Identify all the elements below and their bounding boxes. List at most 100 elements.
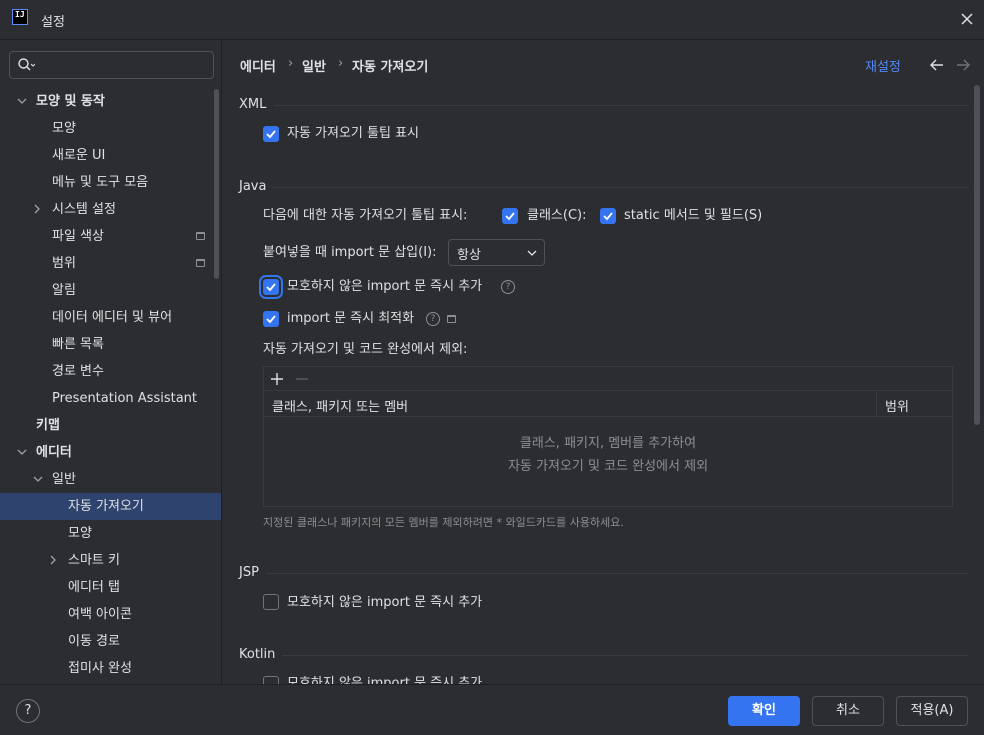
table-empty-text-line2: 자동 가져오기 및 코드 완성에서 제외 [507,459,709,474]
tree-item-label: 이동 경로 [68,634,120,649]
tree-item-label: 시스템 설정 [52,202,116,217]
tree-item-new-ui[interactable]: 새로운 UI [0,142,221,169]
java-optimize-label: import 문 즉시 최적화 [287,311,415,326]
tree-item-editor-tabs[interactable]: 에디터 탭 [0,574,221,601]
tree-item-data-editor[interactable]: 데이터 에디터 및 뷰어 [0,304,221,331]
search-input[interactable] [9,51,214,79]
tree-item-editor-appearance[interactable]: 모양 [0,520,221,547]
tree-item-label: 알림 [52,283,76,298]
table-header: 클래스, 패키지 또는 멤버 범위 [264,392,952,417]
chevron-right-icon [50,555,56,565]
window-title: 설정 [41,15,65,30]
add-icon[interactable] [269,371,285,387]
close-icon[interactable] [958,10,976,28]
tree-item-postfix-completion[interactable]: 접미사 완성 [0,655,221,682]
tree-item-breadcrumbs[interactable]: 이동 경로 [0,628,221,655]
java-insert-label: 붙여넣을 때 import 문 삽입(I): [263,245,437,260]
tree-item-label: 모양 및 동작 [36,94,105,109]
java-static-checkbox[interactable] [600,208,616,224]
checkmark-icon [603,212,613,221]
help-icon[interactable]: ? [501,280,515,294]
tree-item-label: 파일 색상 [52,229,104,244]
exclude-table: 클래스, 패키지 또는 멤버 범위 클래스, 패키지, 멤버를 추가하여 자동 … [263,366,953,507]
column-divider[interactable] [876,392,877,417]
checkmark-icon [266,130,276,139]
project-level-icon [196,232,205,240]
project-level-icon [447,315,456,323]
tree-item-quick-lists[interactable]: 빠른 목록 [0,331,221,358]
tree-item-notifications[interactable]: 알림 [0,277,221,304]
section-java-title: Java [239,179,267,194]
reset-link[interactable]: 재설정 [865,56,901,75]
java-exclude-label: 자동 가져오기 및 코드 완성에서 제외: [263,342,468,357]
tree-item-scopes[interactable]: 범위 [0,250,221,277]
column-scope-header[interactable]: 범위 [885,396,909,415]
tree-item-label: 에디터 탭 [68,580,120,595]
forward-arrow-icon[interactable] [956,59,970,71]
column-member-header[interactable]: 클래스, 패키지 또는 멤버 [272,396,408,415]
tree-item-file-colors[interactable]: 파일 색상 [0,223,221,250]
jsp-add-unambiguous-label: 모호하지 않은 import 문 즉시 추가 [287,595,483,610]
tree-item-editor[interactable]: 에디터 [0,439,221,466]
sidebar-scrollbar[interactable] [214,89,219,279]
breadcrumb-general[interactable]: 일반 [302,56,326,75]
section-jsp-title: JSP [239,565,259,580]
tree-item-appearance[interactable]: 모양 [0,115,221,142]
jsp-add-unambiguous-checkbox[interactable] [263,594,279,610]
remove-icon[interactable] [294,371,310,387]
java-optimize-checkbox[interactable] [263,311,279,327]
back-arrow-icon[interactable] [930,59,944,71]
section-divider [266,573,969,574]
title-bar: IJ 설정 [0,0,984,40]
cancel-button[interactable]: 취소 [812,696,884,726]
dialog-footer: ? 확인 취소 적용(A) [0,684,984,735]
breadcrumb-auto-import: 자동 가져오기 [352,60,429,75]
help-icon[interactable]: ? [426,312,440,326]
breadcrumb-separator: › [338,56,344,71]
tree-item-label: 에디터 [36,445,72,460]
kotlin-row-clip: 모호하지 않은 import 문 즉시 추가 [230,672,974,684]
breadcrumb-editor[interactable]: 에디터 [240,56,276,75]
tree-item-presentation-assistant[interactable]: Presentation Assistant [0,385,221,412]
section-divider [282,655,969,656]
tree-item-smart-keys[interactable]: 스마트 키 [0,547,221,574]
tree-item-menus-toolbars[interactable]: 메뉴 및 도구 모음 [0,169,221,196]
wildcard-hint: 지정된 클래스나 패키지의 모든 멤버를 제외하려면 * 와일드카드를 사용하세… [263,516,624,529]
tree-item-system-settings[interactable]: 시스템 설정 [0,196,221,223]
chevron-right-icon [34,204,40,214]
tree-item-path-variables[interactable]: 경로 변수 [0,358,221,385]
tree-item-appearance-behavior[interactable]: 모양 및 동작 [0,88,221,115]
section-divider [272,187,969,188]
tree-item-label: 모양 [52,121,76,136]
tree-item-gutter-icons[interactable]: 여백 아이콘 [0,601,221,628]
tree-item-auto-import[interactable]: 자동 가져오기 [0,493,221,520]
java-tooltip-row-label: 다음에 대한 자동 가져오기 툴팁 표시: [263,208,468,223]
tree-item-keymap[interactable]: 키맵 [0,412,221,439]
tree-item-label: Presentation Assistant [52,391,197,406]
search-icon [18,58,35,71]
java-add-unambiguous-checkbox[interactable] [263,279,279,295]
kotlin-add-unambiguous-checkbox[interactable] [263,676,279,684]
java-classes-checkbox[interactable] [502,208,518,224]
xml-show-tooltip-checkbox[interactable] [263,126,279,142]
tree-item-label: 모양 [68,526,92,541]
select-value: 항상 [457,248,481,263]
intellij-logo-icon: IJ [12,9,28,25]
chevron-down-icon [17,98,27,104]
apply-button[interactable]: 적용(A) [896,696,968,726]
tree-item-label: 새로운 UI [52,148,106,163]
help-button[interactable]: ? [16,699,40,723]
tree-item-label: 접미사 완성 [68,661,132,676]
chevron-down-icon [527,250,537,256]
tree-item-label: 키맵 [36,418,60,433]
java-insert-select[interactable]: 항상 [448,239,545,266]
tree-item-label: 일반 [52,472,76,487]
chevron-down-icon [17,449,27,455]
xml-show-tooltip-label: 자동 가져오기 툴팁 표시 [287,126,419,141]
checkmark-icon [505,212,515,221]
content-scrollbar[interactable] [974,85,980,425]
tree-item-general[interactable]: 일반 [0,466,221,493]
tree-item-label: 메뉴 및 도구 모음 [52,175,149,190]
checkmark-icon [266,315,276,324]
ok-button[interactable]: 확인 [728,696,800,726]
